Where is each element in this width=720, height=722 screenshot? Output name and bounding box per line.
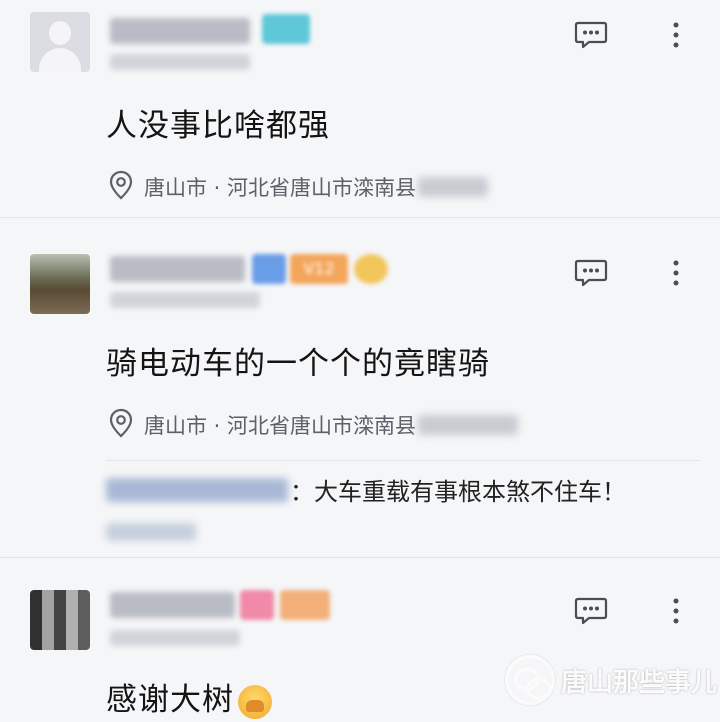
reply-separator: ： — [290, 478, 314, 506]
verified-badge — [252, 254, 286, 284]
reply-text: 大车重载有事根本煞不住车！ — [314, 478, 626, 506]
comment-item: V12 骑电动车的一个个的竟瞎骑 唐山市 · 河北省唐山市滦南县 ： 大车重载有… — [0, 218, 720, 558]
medal-badge — [354, 254, 388, 284]
avatar[interactable] — [30, 12, 90, 72]
location-pin-icon — [108, 170, 134, 205]
pray-hands-emoji-icon — [238, 684, 272, 719]
comment-text: 骑电动车的一个个的竟瞎骑 — [106, 346, 490, 382]
username-blurred[interactable] — [110, 592, 235, 618]
more-options-icon[interactable] — [668, 258, 684, 288]
watermark: 唐山那些事儿 — [505, 652, 717, 708]
comment-reply-icon[interactable] — [574, 258, 608, 288]
comment-location[interactable]: 唐山市 · 河北省唐山市滦南县 — [108, 170, 489, 205]
timestamp-blurred — [110, 54, 250, 70]
avatar[interactable] — [30, 254, 90, 314]
watermark-text: 唐山那些事儿 — [561, 667, 718, 698]
reply-author-blurred-line2 — [106, 523, 196, 541]
comment-reply-icon[interactable] — [574, 20, 608, 50]
timestamp-blurred — [110, 630, 240, 646]
more-options-icon[interactable] — [668, 20, 684, 50]
comment-reply-icon[interactable] — [574, 596, 608, 626]
location-label: 唐山市 · 河北省唐山市滦南县 — [144, 176, 417, 200]
reply-author-blurred[interactable] — [106, 477, 288, 502]
timestamp-blurred — [110, 292, 260, 308]
username-blurred[interactable] — [110, 18, 250, 44]
user-badge — [262, 14, 310, 44]
more-options-icon[interactable] — [668, 596, 684, 626]
location-detail-blurred — [418, 415, 519, 435]
comment-location[interactable]: 唐山市 · 河北省唐山市滦南县 — [108, 408, 519, 443]
comment-text: 人没事比啥都强 — [106, 108, 330, 144]
location-label: 唐山市 · 河北省唐山市滦南县 — [144, 414, 417, 438]
level-badge: V12 — [290, 254, 348, 284]
username-blurred[interactable] — [110, 256, 245, 282]
avatar[interactable] — [30, 590, 90, 650]
comment-text: 感谢大树 — [106, 674, 272, 719]
user-badge — [240, 590, 274, 620]
level-badge — [280, 590, 330, 620]
location-pin-icon — [108, 408, 134, 443]
comment-text-content: 感谢大树 — [106, 682, 234, 718]
wechat-logo-icon — [505, 655, 555, 705]
comment-item: 人没事比啥都强 唐山市 · 河北省唐山市滦南县 — [0, 0, 720, 218]
location-detail-blurred — [418, 177, 489, 197]
reply-preview[interactable]: ： 大车重载有事根本煞不住车！ — [106, 460, 700, 518]
